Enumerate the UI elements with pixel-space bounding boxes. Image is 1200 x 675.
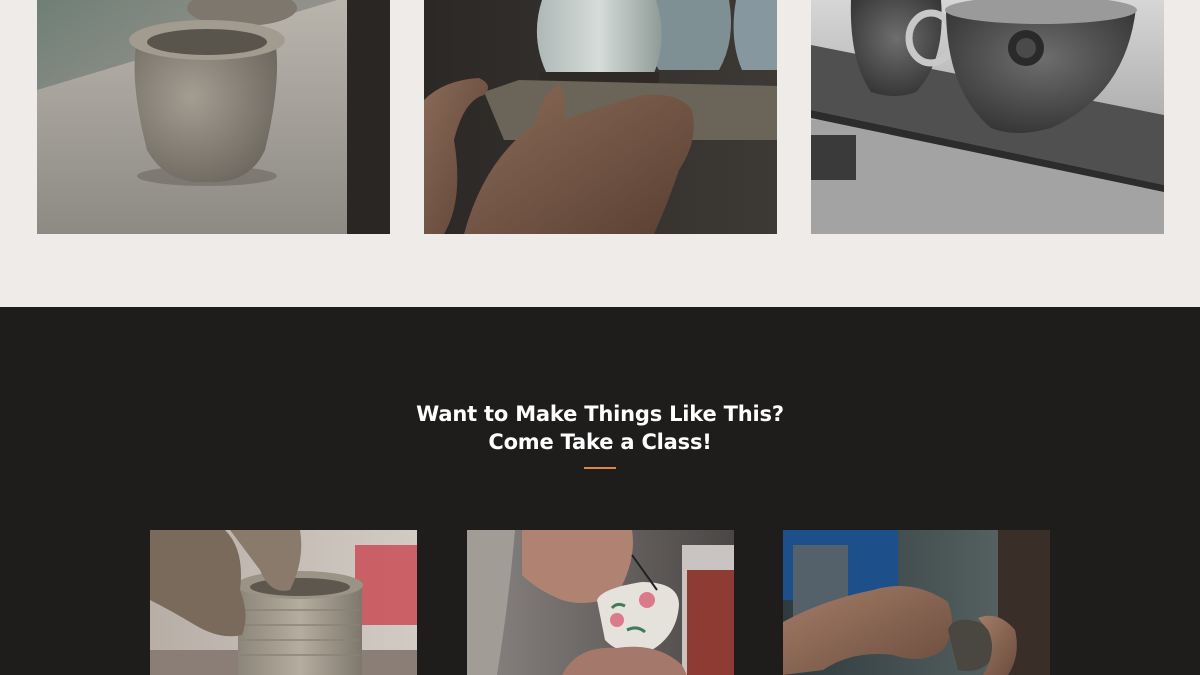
gallery-image-clay-pot[interactable] <box>37 0 390 234</box>
class-heading: Want to Make Things Like This? Come Take… <box>0 400 1200 456</box>
class-section: Want to Make Things Like This? Come Take… <box>0 307 1200 675</box>
heading-divider <box>584 467 616 469</box>
class-image-painting[interactable] <box>467 530 734 675</box>
heading-line-2: Come Take a Class! <box>488 430 712 454</box>
class-image-shaping[interactable] <box>783 530 1050 675</box>
class-image-throwing[interactable] <box>150 530 417 675</box>
gallery-image-glazed-vase[interactable] <box>424 0 777 234</box>
gallery-image-carved-bowls[interactable] <box>811 0 1164 234</box>
heading-line-1: Want to Make Things Like This? <box>416 402 784 426</box>
gallery-section <box>0 0 1200 307</box>
